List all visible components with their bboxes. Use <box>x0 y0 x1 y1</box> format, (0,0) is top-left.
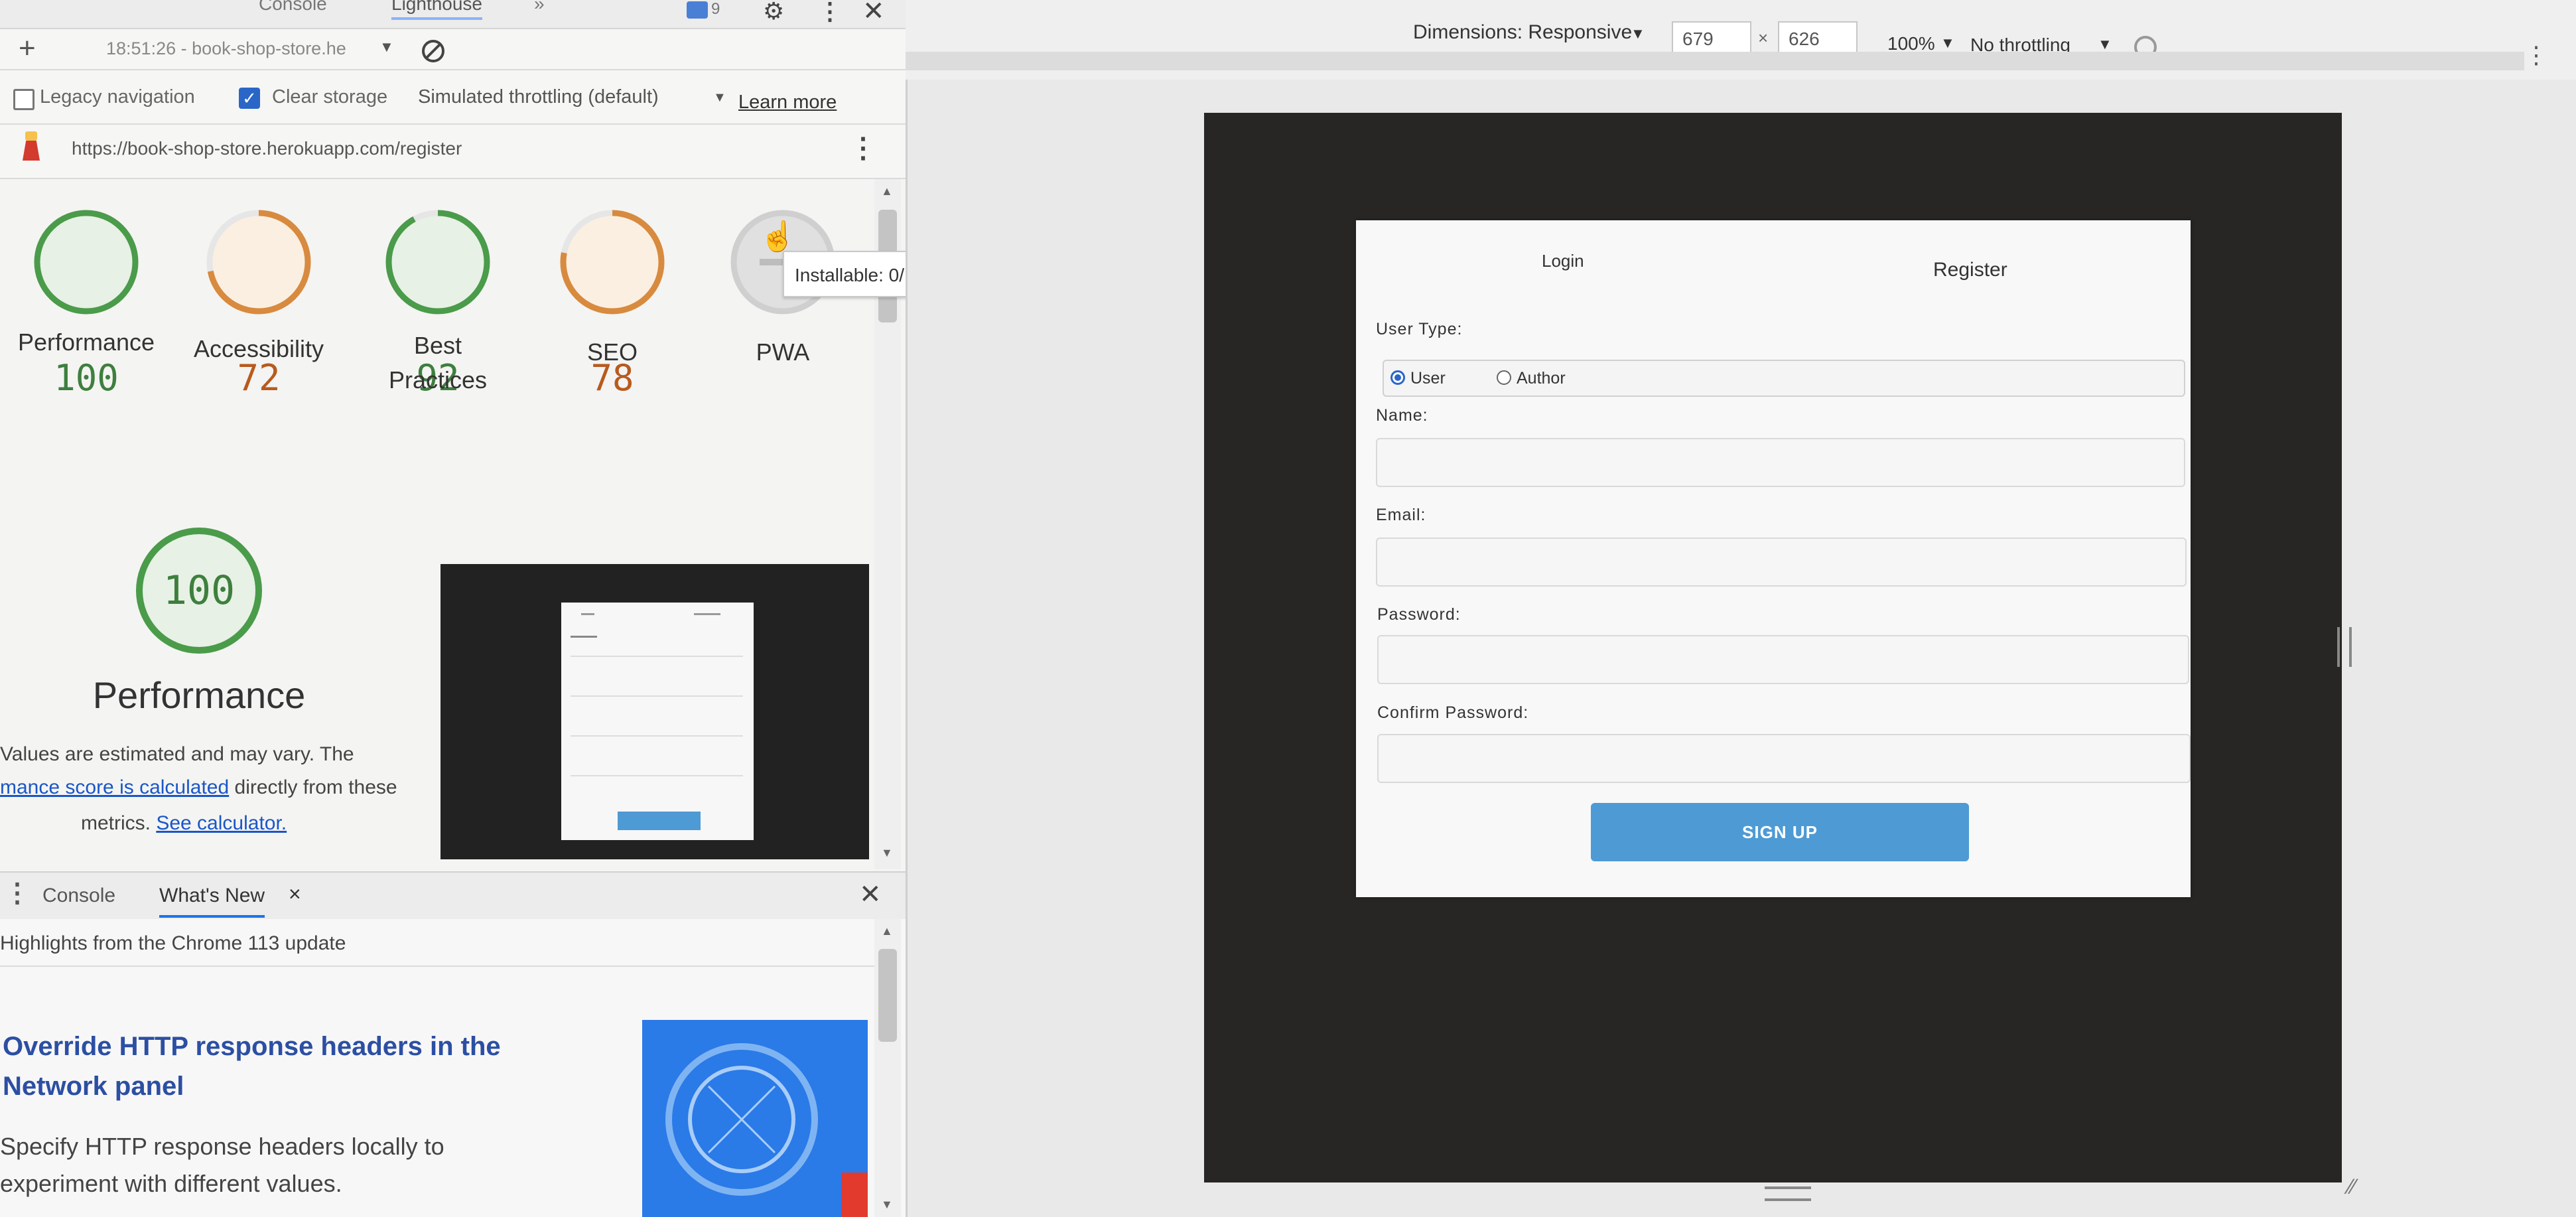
user-type-label: User Type: <box>1376 320 1463 338</box>
kebab-menu-icon[interactable]: ⋮ <box>818 0 842 25</box>
device-options-icon[interactable]: ⋮ <box>2524 41 2548 69</box>
resize-corner-icon[interactable]: ⁄⁄ <box>2348 1175 2356 1199</box>
legacy-navigation-checkbox[interactable] <box>13 89 34 110</box>
report-menu-icon[interactable]: ⋮ <box>849 131 877 164</box>
performance-large-gauge: 100 <box>129 521 269 660</box>
chevron-down-icon[interactable]: ▼ <box>2098 36 2112 53</box>
gauge-accessibility[interactable]: 72 <box>202 206 315 399</box>
name-label: Name: <box>1376 406 1428 425</box>
email-label: Email: <box>1376 506 1426 524</box>
confirm-password-label: Confirm Password: <box>1377 703 1529 722</box>
drawer-tab-console[interactable]: Console <box>42 885 115 907</box>
tab-lighthouse[interactable]: Lighthouse <box>391 0 483 20</box>
gauge-label: PWA <box>756 338 810 366</box>
chevron-down-icon[interactable]: ▼ <box>713 90 726 106</box>
settings-gear-icon[interactable]: ⚙ <box>763 0 784 25</box>
close-devtools-icon[interactable]: ✕ <box>862 0 885 27</box>
highlights-heading: Highlights from the Chrome 113 update <box>0 932 346 954</box>
scroll-down-icon[interactable]: ▼ <box>881 846 893 860</box>
devtools-tab-bar: Console Lighthouse » 9 ⚙ ⋮ ✕ <box>0 0 906 29</box>
close-tab-icon[interactable]: × <box>289 882 301 906</box>
article-title-link[interactable]: Override HTTP response headers in the Ne… <box>3 1027 573 1106</box>
drawer-scrollbar-thumb[interactable] <box>878 949 897 1042</box>
drawer-tab-whats-new[interactable]: What's New <box>159 885 265 918</box>
password-input[interactable] <box>1377 635 2189 684</box>
gauge-label: Performance <box>17 328 155 356</box>
performance-desc-line-2: mance score is calculated directly from … <box>0 776 397 799</box>
throttling-select[interactable]: Simulated throttling (default) <box>418 86 659 108</box>
user-radio-label: User <box>1410 369 1446 388</box>
user-type-group: User Author <box>1383 360 2185 397</box>
gauge-performance[interactable]: 100 <box>30 206 143 399</box>
gauge-best-practices[interactable]: 92 <box>381 206 494 399</box>
performance-section-title: Performance <box>92 674 306 716</box>
more-tabs-icon[interactable]: » <box>534 0 545 15</box>
see-calculator-link[interactable]: See calculator. <box>156 812 287 834</box>
chevron-down-icon[interactable]: ▼ <box>1631 25 1645 42</box>
lighthouse-report-bar: + 18:51:26 - book-shop-store.he ▼ <box>0 29 906 70</box>
report-selector[interactable]: 18:51:26 - book-shop-store.he <box>106 38 346 59</box>
resize-handle-right[interactable] <box>2337 627 2352 667</box>
drawer-tab-bar: ⋮ Console What's New × ✕ <box>0 871 906 920</box>
score-calculated-link[interactable]: mance score is calculated <box>0 776 229 798</box>
width-input[interactable]: 679 <box>1672 21 1751 54</box>
score-gauges: 100 Performance 72 Accessibility 92 Best Prac… <box>0 192 869 418</box>
resize-handle-bottom[interactable] <box>1765 1186 1811 1201</box>
issues-icon[interactable] <box>687 1 708 19</box>
whats-new-panel: Highlights from the Chrome 113 update Ov… <box>0 919 906 1217</box>
gauge-seo[interactable]: 78 <box>556 206 669 399</box>
signup-button[interactable]: SIGN UP <box>1591 803 1969 861</box>
page-screenshot-thumbnail[interactable] <box>441 564 869 859</box>
name-input[interactable] <box>1376 438 2185 487</box>
clear-storage-checkbox[interactable]: ✓ <box>239 88 260 109</box>
media-query-bar[interactable] <box>906 52 2524 70</box>
height-input[interactable]: 626 <box>1778 21 1858 54</box>
devtools-panel: Console Lighthouse » 9 ⚙ ⋮ ✕ + 18:51:26 … <box>0 0 908 1217</box>
author-radio[interactable] <box>1497 370 1511 385</box>
scroll-up-icon[interactable]: ▲ <box>881 184 893 198</box>
performance-desc-line-1: Values are estimated and may vary. The <box>0 743 354 765</box>
pointer-cursor-icon: ☝ <box>760 220 796 253</box>
scroll-down-icon[interactable]: ▼ <box>881 1198 893 1212</box>
clear-storage-label: Clear storage <box>272 86 388 107</box>
article-illustration <box>642 1020 868 1217</box>
dimensions-select[interactable]: Dimensions: Responsive <box>1413 21 1632 44</box>
email-input[interactable] <box>1376 537 2187 587</box>
lighthouse-logo-icon <box>20 131 42 161</box>
confirm-password-input[interactable] <box>1377 734 2191 783</box>
gauge-label: Accessibility <box>193 335 324 362</box>
chevron-down-icon[interactable]: ▼ <box>1940 35 1955 52</box>
chevron-down-icon[interactable]: ▼ <box>379 38 394 56</box>
new-report-plus-icon[interactable]: + <box>19 32 36 65</box>
times-icon: × <box>1758 28 1769 48</box>
author-radio-label: Author <box>1517 369 1566 388</box>
register-tab[interactable]: Register <box>1933 259 2007 281</box>
close-drawer-icon[interactable]: ✕ <box>859 879 882 910</box>
issues-count: 9 <box>711 0 720 18</box>
clear-block-icon[interactable] <box>422 40 444 62</box>
audited-url: https://book-shop-store.herokuapp.com/re… <box>72 138 462 159</box>
drawer-scrollbar[interactable]: ▲ ▼ <box>874 919 901 1217</box>
login-tab[interactable]: Login <box>1542 251 1584 271</box>
legacy-navigation-label: Legacy navigation <box>40 86 195 107</box>
metrics-text: metrics. <box>81 812 151 834</box>
performance-desc-line-3: metrics. See calculator. <box>81 812 287 835</box>
gauge-label: SEO <box>586 338 638 366</box>
article-description: Specify HTTP response headers locally to… <box>0 1133 444 1197</box>
user-radio[interactable] <box>1390 370 1405 385</box>
url-bar: https://book-shop-store.herokuapp.com/re… <box>0 125 906 179</box>
gauge-label: Best Practices <box>388 332 488 394</box>
performance-large-score: 100 <box>163 567 236 614</box>
scroll-up-icon[interactable]: ▲ <box>881 924 893 938</box>
learn-more-link[interactable]: Learn more <box>738 92 837 113</box>
drawer-menu-icon[interactable]: ⋮ <box>4 878 31 908</box>
pwa-tooltip: Installable: 0/1, PWA Optimized: 1/6 <box>783 251 906 297</box>
thumbnail-form <box>561 603 754 840</box>
register-form-card: Login Register User Type: User Author Na… <box>1356 220 2191 897</box>
tab-console[interactable]: Console <box>259 0 327 15</box>
lighthouse-options-bar: Legacy navigation ✓ Clear storage Simula… <box>0 70 906 125</box>
password-label: Password: <box>1377 605 1461 624</box>
performance-desc-text: directly from these <box>234 776 397 798</box>
device-toolbar: Dimensions: Responsive ▼ 679 × 626 100% … <box>906 0 2576 80</box>
